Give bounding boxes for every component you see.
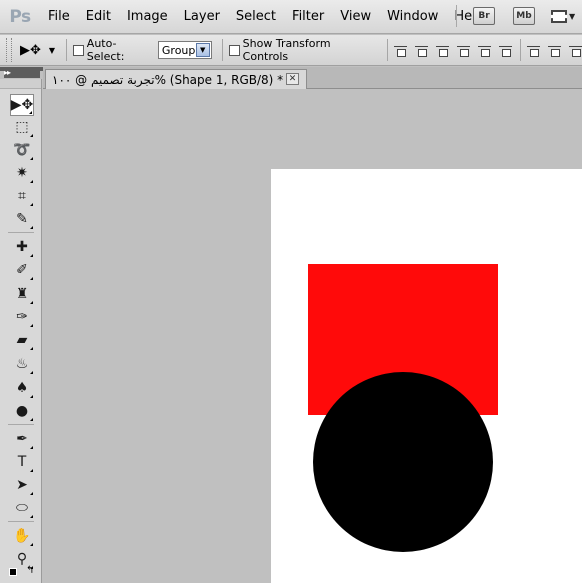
tool-flyout-indicator (30, 203, 33, 206)
align-bottom-icon[interactable] (436, 44, 450, 57)
align-horizontal-center-icon[interactable] (478, 44, 492, 57)
pen-tool-icon[interactable]: ✒ (10, 428, 34, 450)
tools-separator (8, 232, 34, 233)
quick-selection-tool-icon[interactable]: ✷ (10, 162, 34, 184)
screen-mode-button[interactable]: ▼ (551, 7, 577, 25)
tools-panel-header[interactable] (0, 79, 41, 89)
paint-bucket-tool-icon[interactable]: ♨ (10, 353, 34, 375)
menu-bar: Ps File Edit Image Layer Select Filter V… (0, 0, 582, 34)
document-tab-bar: تجربة تصميم @ ١٠٠% (Shape 1, RGB/8) * ✕ (43, 67, 582, 89)
tool-flyout-indicator (30, 134, 33, 137)
tool-flyout-indicator (30, 180, 33, 183)
black-circle-shape[interactable] (313, 372, 493, 552)
crop-tool-icon[interactable]: ⌗ (10, 185, 34, 207)
tool-flyout-indicator (30, 543, 33, 546)
document-workspace[interactable] (43, 89, 582, 583)
healing-brush-tool-icon[interactable]: ✚ (10, 236, 34, 258)
swap-colors-icon[interactable]: ↰ (26, 565, 34, 576)
tool-flyout-indicator (30, 277, 33, 280)
chevron-down-icon: ▼ (195, 43, 210, 57)
color-swatch-icon[interactable] (9, 568, 17, 576)
tool-flyout-indicator (30, 515, 33, 518)
options-separator (65, 39, 67, 61)
document-tab-title: تجربة تصميم @ ١٠٠% (Shape 1, RGB/8) * (52, 72, 284, 87)
type-tool-icon[interactable]: T (10, 451, 34, 473)
options-bar: ▶✥ ▼ Auto-Select: Group ▼ Show Transform… (0, 35, 582, 66)
tool-flyout-indicator (30, 347, 33, 350)
photoshop-logo: Ps (9, 6, 31, 27)
align-top-icon[interactable] (394, 44, 408, 57)
align-controls (394, 44, 513, 57)
eraser-tool-icon[interactable]: ▰ (10, 329, 34, 351)
hand-tool-icon[interactable]: ✋ (10, 525, 34, 547)
tool-flyout-indicator (30, 301, 33, 304)
tool-flyout-indicator (30, 226, 33, 229)
path-selection-tool-icon[interactable]: ➤ (10, 474, 34, 496)
tool-flyout-indicator (30, 371, 33, 374)
move-tool-icon: ▶✥ (19, 42, 41, 58)
tool-flyout-indicator (30, 324, 33, 327)
screen-mode-icon (551, 9, 567, 23)
menu-select[interactable]: Select (228, 0, 284, 34)
lasso-tool-icon[interactable]: ➰ (10, 139, 34, 161)
close-icon[interactable]: ✕ (286, 73, 299, 85)
tool-flyout-indicator (29, 111, 32, 114)
document-canvas[interactable] (271, 169, 582, 583)
move-tool-icon[interactable]: ▶✥ (10, 94, 34, 116)
tool-flyout-indicator (30, 469, 33, 472)
distribute-controls (527, 44, 582, 57)
tool-flyout-indicator (30, 395, 33, 398)
clone-stamp-tool-icon[interactable]: ♜ (10, 283, 34, 305)
menu-window[interactable]: Window (379, 0, 446, 34)
marquee-tool-icon[interactable]: ⬚ (10, 116, 34, 138)
align-right-icon[interactable] (499, 44, 513, 57)
menu-separator (456, 5, 457, 27)
tools-separator (8, 521, 34, 522)
auto-select-label: Auto-Select: (86, 37, 125, 63)
menu-layer[interactable]: Layer (176, 0, 228, 34)
auto-select-dropdown[interactable]: Group ▼ (157, 41, 212, 59)
chevron-down-icon: ▼ (569, 11, 576, 21)
dodge-tool-icon[interactable]: ● (10, 400, 34, 422)
distribute-vertical-center-icon[interactable] (548, 44, 562, 57)
tool-flyout-indicator (30, 492, 33, 495)
options-separator (221, 39, 223, 61)
align-vertical-center-icon[interactable] (415, 44, 429, 57)
tools-panel: ▶✥ ⬚ ➰ ✷ ⌗ ✎ ✚ ✐ ♜ ✑ ▰ ♨ ♠ ● ✒ T ➤ ⬭ ✋ ⚲ ↰ (0, 79, 42, 583)
collapse-panel-icon[interactable]: ▸▸ (4, 69, 40, 78)
ellipse-tool-icon[interactable]: ⬭ (10, 497, 34, 519)
distribute-top-icon[interactable] (527, 44, 541, 57)
tool-preset-picker[interactable]: ▶✥ ▼ (20, 43, 60, 58)
auto-select-value: Group (161, 43, 196, 57)
tools-separator (8, 424, 34, 425)
show-transform-checkbox[interactable] (228, 44, 240, 56)
show-transform-label: Show Transform Controls (242, 37, 331, 63)
history-brush-tool-icon[interactable]: ✑ (10, 306, 34, 328)
eyedropper-tool-icon[interactable]: ✎ (10, 208, 34, 230)
auto-select-checkbox[interactable] (72, 44, 84, 56)
tool-flyout-indicator (30, 157, 33, 160)
tool-flyout-indicator (30, 254, 33, 257)
menu-edit[interactable]: Edit (78, 0, 119, 34)
bridge-button[interactable]: Br (473, 7, 495, 25)
menu-right-controls: Br Mb ▼ (452, 5, 577, 27)
brush-tool-icon[interactable]: ✐ (10, 259, 34, 281)
options-separator (520, 39, 522, 61)
menu-filter[interactable]: Filter (284, 0, 332, 34)
tool-flyout-indicator (30, 418, 33, 421)
chevron-down-icon: ▼ (48, 45, 56, 55)
document-tab[interactable]: تجربة تصميم @ ١٠٠% (Shape 1, RGB/8) * ✕ (45, 69, 307, 89)
menu-view[interactable]: View (332, 0, 379, 34)
mini-bridge-button[interactable]: Mb (513, 7, 535, 25)
options-grip[interactable] (6, 38, 12, 62)
options-separator (387, 39, 389, 61)
blur-tool-icon[interactable]: ♠ (10, 377, 34, 399)
align-left-icon[interactable] (457, 44, 471, 57)
distribute-bottom-icon[interactable] (569, 44, 582, 57)
menu-file[interactable]: File (40, 0, 78, 34)
tool-flyout-indicator (30, 446, 33, 449)
menu-image[interactable]: Image (119, 0, 176, 34)
